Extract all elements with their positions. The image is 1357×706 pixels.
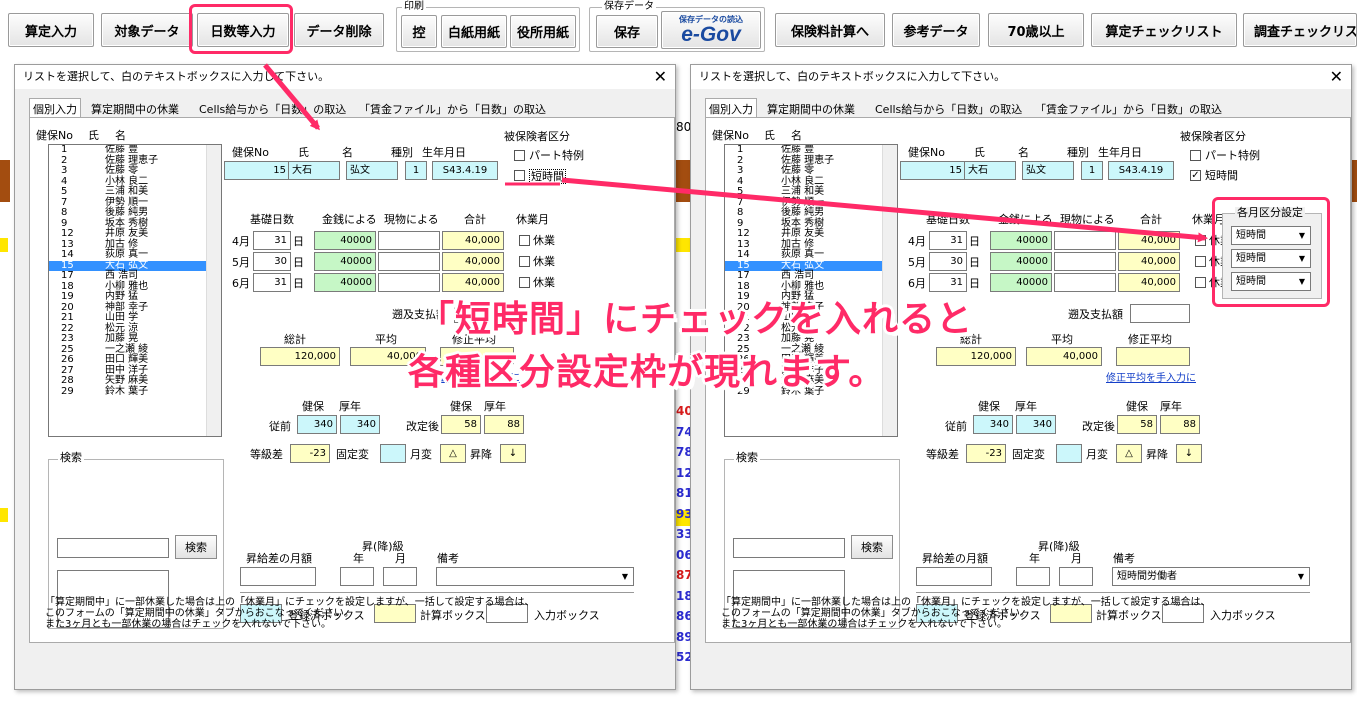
- callout-line-1: 「短時間」にチェックを入れると: [418, 299, 974, 340]
- callout-line-2: 各種区分設定枠が現れます。: [408, 352, 886, 393]
- arrow-to-monthly: [561, 177, 1208, 243]
- arrow-to-form: [263, 63, 320, 131]
